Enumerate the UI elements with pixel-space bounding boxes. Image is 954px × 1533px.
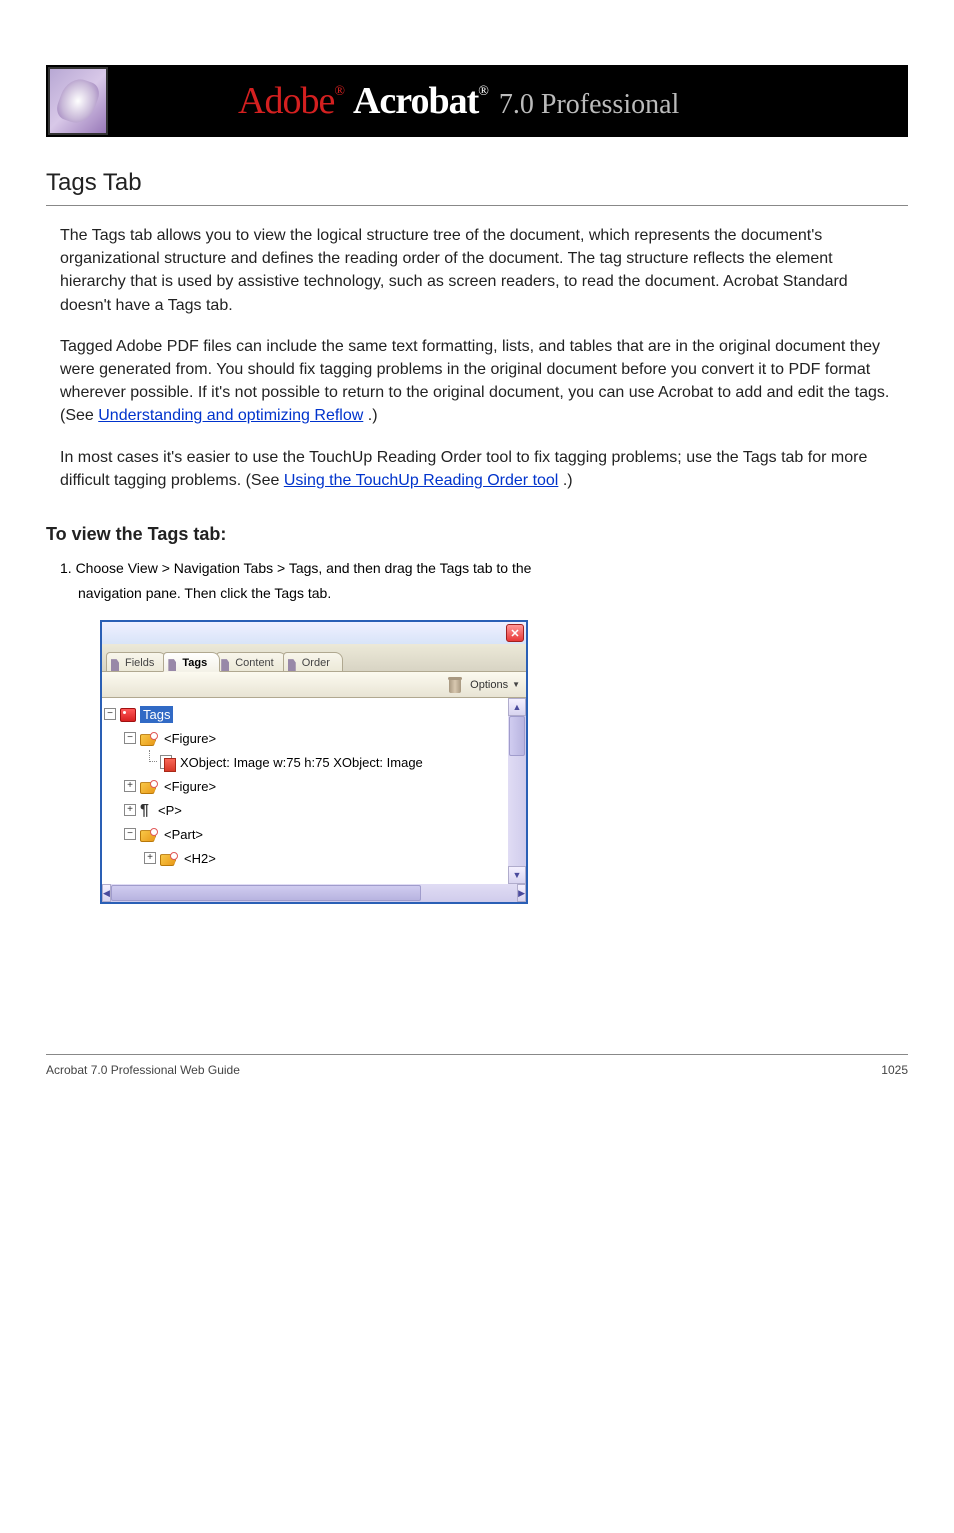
version-text: 7.0 Professional	[499, 89, 679, 121]
content-tag-icon	[160, 755, 176, 769]
tree-content: − Tags − <Figure> XObject: Image w:75 h:…	[102, 698, 508, 884]
figure-tag-icon	[140, 780, 160, 794]
subhead-view-tags: To view the Tags tab:	[46, 524, 894, 545]
panel-titlebar: ✕	[102, 622, 526, 644]
expander-icon[interactable]: +	[124, 804, 136, 816]
options-menu-button[interactable]: Options ▼	[470, 679, 520, 691]
tab-content-label: Content	[235, 657, 274, 669]
vertical-scrollbar[interactable]: ▲ ▼	[508, 698, 526, 884]
page-footer: Acrobat 7.0 Professional Web Guide 1025	[46, 1063, 908, 1077]
banner-title: Adobe ® Acrobat ® 7.0 Professional	[238, 79, 679, 123]
tree-row-part[interactable]: − <Part>	[104, 822, 506, 846]
tags-root-icon	[120, 708, 136, 722]
footer-title: Acrobat 7.0 Professional Web Guide	[46, 1063, 240, 1077]
tree-row-p[interactable]: + <P>	[104, 798, 506, 822]
acrobat-wordmark: Acrobat	[353, 79, 478, 123]
expander-icon[interactable]: −	[104, 708, 116, 720]
footer-page-number: 1025	[881, 1063, 908, 1077]
acrobat-logo-icon	[48, 67, 108, 135]
close-icon: ✕	[510, 627, 519, 640]
scroll-left-button[interactable]: ◀	[102, 884, 111, 902]
body-paragraph-2: Tagged Adobe PDF files can include the s…	[60, 335, 894, 428]
tab-order-label: Order	[302, 657, 330, 669]
chevron-down-icon: ▼	[512, 680, 520, 689]
adobe-wordmark: Adobe	[238, 79, 334, 123]
step-1-line-b: navigation pane. Then click the Tags tab…	[78, 584, 894, 604]
tree-label-figure-2: <Figure>	[164, 779, 216, 794]
horizontal-scrollbar[interactable]: ◀ ▶	[102, 884, 526, 902]
step-1-line-a: 1. Choose View > Navigation Tabs > Tags,…	[60, 559, 894, 579]
tree-row-tags-root[interactable]: − Tags	[104, 702, 506, 726]
heading-rule	[46, 205, 908, 206]
options-label: Options	[470, 679, 508, 691]
header-banner: Adobe ® Acrobat ® 7.0 Professional	[46, 65, 908, 137]
tree-label-figure-1: <Figure>	[164, 731, 216, 746]
scroll-thumb-v[interactable]	[509, 716, 525, 756]
adobe-registered-mark: ®	[334, 84, 345, 100]
link-touchup-reading-order[interactable]: Using the TouchUp Reading Order tool	[284, 472, 559, 489]
tree-row-figure-1[interactable]: − <Figure>	[104, 726, 506, 750]
expander-icon[interactable]: +	[124, 780, 136, 792]
acrobat-registered-mark: ®	[478, 84, 489, 100]
section-heading: Tags Tab	[46, 169, 908, 197]
p2-text-b: .)	[368, 407, 378, 424]
tree-label-p: <P>	[158, 803, 182, 818]
figure-tag-icon	[140, 732, 160, 746]
scroll-thumb-h[interactable]	[111, 885, 421, 901]
tab-fields-label: Fields	[125, 657, 154, 669]
expander-icon[interactable]: +	[144, 852, 156, 864]
tab-row: Fields Tags Content Order	[102, 644, 526, 672]
tree-connector	[144, 750, 160, 774]
tree-row-h2[interactable]: + <H2>	[104, 846, 506, 870]
tab-order[interactable]: Order	[283, 652, 343, 671]
tree-row-xobject[interactable]: XObject: Image w:75 h:75 XObject: Image	[104, 750, 506, 774]
scroll-right-button[interactable]: ▶	[517, 884, 526, 902]
tree-label-xobject: XObject: Image w:75 h:75 XObject: Image	[180, 755, 423, 770]
h2-tag-icon	[160, 852, 180, 866]
expander-icon[interactable]: −	[124, 828, 136, 840]
tab-fields[interactable]: Fields	[106, 652, 167, 671]
paragraph-tag-icon	[140, 802, 154, 818]
part-tag-icon	[140, 828, 160, 842]
scroll-down-button[interactable]: ▼	[508, 866, 526, 884]
panel-toolbar: Options ▼	[102, 672, 526, 698]
trash-icon[interactable]	[448, 677, 462, 693]
body-paragraph-3: In most cases it's easier to use the Tou…	[60, 446, 894, 492]
expander-icon[interactable]: −	[124, 732, 136, 744]
close-button[interactable]: ✕	[506, 624, 524, 642]
tab-content[interactable]: Content	[216, 652, 287, 671]
tags-panel: ✕ Fields Tags Content Order Options ▼ − …	[100, 620, 528, 904]
footer-rule	[46, 1054, 908, 1055]
scroll-track-v[interactable]	[508, 716, 526, 866]
scroll-track-h[interactable]	[111, 884, 517, 902]
tree-label-root: Tags	[140, 706, 173, 723]
tree-label-h2: <H2>	[184, 851, 216, 866]
tree-area: − Tags − <Figure> XObject: Image w:75 h:…	[102, 698, 526, 884]
link-understanding-reflow[interactable]: Understanding and optimizing Reflow	[98, 407, 363, 424]
p3-text-b: .)	[563, 472, 573, 489]
tree-label-part: <Part>	[164, 827, 203, 842]
scroll-up-button[interactable]: ▲	[508, 698, 526, 716]
body-paragraph-1: The Tags tab allows you to view the logi…	[60, 224, 894, 317]
tab-tags[interactable]: Tags	[163, 652, 220, 672]
tab-tags-label: Tags	[182, 657, 207, 669]
tree-row-figure-2[interactable]: + <Figure>	[104, 774, 506, 798]
